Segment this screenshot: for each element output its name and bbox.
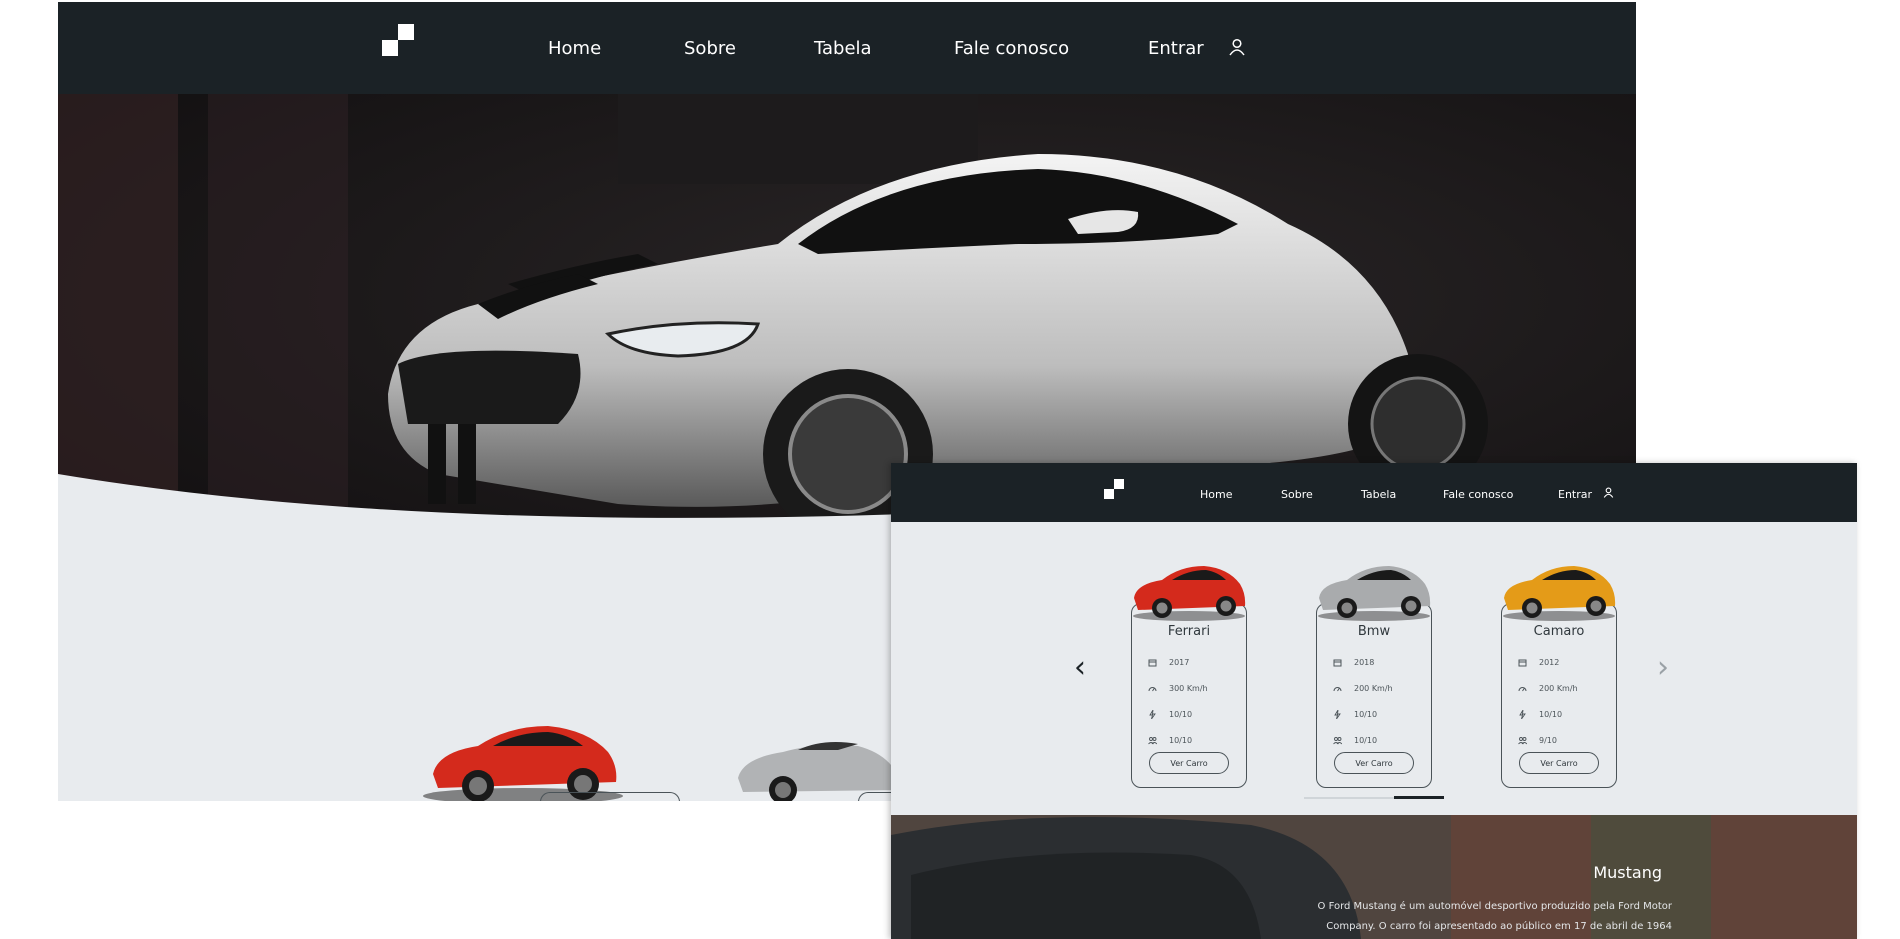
nav-sobre[interactable]: Sobre (1281, 488, 1313, 501)
speed-icon (1333, 686, 1342, 691)
about-title: Mustang (1593, 863, 1662, 882)
car-card-spec-value: 10/10 (1539, 709, 1563, 719)
nav-sobre[interactable]: Sobre (684, 38, 736, 59)
car-image-bmw (738, 742, 898, 801)
nav-entrar[interactable]: Entrar (1148, 38, 1204, 59)
carousel-prev-arrow[interactable]: ‹ (1074, 653, 1086, 683)
car-card-spec-value: 2017 (1169, 657, 1190, 667)
car-card-spec-value: 10/10 (1169, 709, 1193, 719)
about-section: Mustang O Ford Mustang é um automóvel de… (891, 815, 1857, 939)
user-icon[interactable] (1603, 487, 1614, 498)
front-navbar: Home Sobre Tabela Fale conosco Entrar (891, 463, 1857, 522)
about-text-line: Company. O carro foi apresentado ao públ… (1326, 921, 1672, 932)
car-card-spec-speed: 300 Km/h (1148, 682, 1208, 694)
car-card-spec-seats: 10/10 (1148, 734, 1192, 746)
car-card-name: Camaro (1533, 624, 1585, 639)
calendar-icon (1518, 659, 1527, 666)
car-card-spec-value: 9/10 (1539, 735, 1557, 745)
nav-tabela[interactable]: Tabela (1361, 488, 1396, 501)
user-icon[interactable] (1228, 38, 1246, 56)
car-card-name: Bmw (1357, 624, 1391, 639)
car-card-spec-value: 2018 (1354, 657, 1375, 667)
carousel-progress-indicator (1394, 796, 1444, 799)
car-card-spec-seats: 10/10 (1333, 734, 1377, 746)
ver-carro-button[interactable]: Ver Carro (1334, 752, 1414, 774)
car-card-spec-value: 200 Km/h (1354, 683, 1393, 693)
car-image-ferrari (1133, 566, 1246, 621)
nav-entrar[interactable]: Entrar (1558, 488, 1592, 501)
power-icon (1519, 709, 1526, 719)
nav-home[interactable]: Home (1200, 488, 1232, 501)
carousel-next-arrow[interactable]: › (1657, 653, 1669, 683)
calendar-icon (1333, 659, 1342, 666)
car-image-ferrari (423, 726, 623, 801)
logo-icon[interactable] (382, 24, 414, 56)
about-text-line: O Ford Mustang é um automóvel desportivo… (1317, 901, 1672, 912)
car-card-spec-power: 10/10 (1333, 708, 1377, 720)
car-card-ferrari: Ferrari 2017 300 Km/h 10/10 10/10 Ver Carro (1131, 603, 1247, 788)
car-card-spec-year: 2018 (1333, 656, 1374, 668)
nav-fale-conosco[interactable]: Fale conosco (954, 38, 1069, 59)
nav-fale-conosco[interactable]: Fale conosco (1443, 488, 1513, 501)
front-screenshot: Home Sobre Tabela Fale conosco Entrar ‹ … (891, 463, 1857, 939)
speed-icon (1148, 686, 1157, 691)
car-card-spec-value: 10/10 (1354, 709, 1378, 719)
nav-home[interactable]: Home (548, 38, 601, 59)
car-card-spec-seats: 9/10 (1518, 734, 1557, 746)
logo-icon[interactable] (1104, 479, 1124, 499)
power-icon (1334, 709, 1341, 719)
car-card-spec-value: 200 Km/h (1539, 683, 1578, 693)
car-card-spec-year: 2012 (1518, 656, 1559, 668)
car-image-bmw (1318, 566, 1431, 621)
car-image-camaro (1503, 566, 1616, 621)
seats-icon (1518, 736, 1527, 744)
card-outline (540, 792, 680, 801)
car-card-spec-value: 10/10 (1354, 735, 1378, 745)
car-card-spec-power: 10/10 (1518, 708, 1562, 720)
main-navbar: Home Sobre Tabela Fale conosco Entrar (58, 2, 1636, 94)
car-card-spec-value: 2012 (1539, 657, 1560, 667)
ver-carro-button[interactable]: Ver Carro (1149, 752, 1229, 774)
car-card-spec-year: 2017 (1148, 656, 1189, 668)
car-card-spec-power: 10/10 (1148, 708, 1192, 720)
ver-carro-button[interactable]: Ver Carro (1519, 752, 1599, 774)
car-card-spec-speed: 200 Km/h (1333, 682, 1393, 694)
car-card-spec-speed: 200 Km/h (1518, 682, 1578, 694)
seats-icon (1148, 736, 1157, 744)
nav-tabela[interactable]: Tabela (814, 38, 872, 59)
car-card-spec-value: 300 Km/h (1169, 683, 1208, 693)
power-icon (1149, 709, 1156, 719)
calendar-icon (1148, 659, 1157, 666)
speed-icon (1518, 686, 1527, 691)
car-card-camaro: Camaro 2012 200 Km/h 10/10 9/10 Ver Carro (1501, 603, 1617, 788)
car-card-bmw: Bmw 2018 200 Km/h 10/10 10/10 Ver Carro (1316, 603, 1432, 788)
car-card-name: Ferrari (1167, 624, 1211, 639)
about-text: O Ford Mustang é um automóvel desportivo… (1292, 897, 1672, 937)
car-card-spec-value: 10/10 (1169, 735, 1193, 745)
seats-icon (1333, 736, 1342, 744)
